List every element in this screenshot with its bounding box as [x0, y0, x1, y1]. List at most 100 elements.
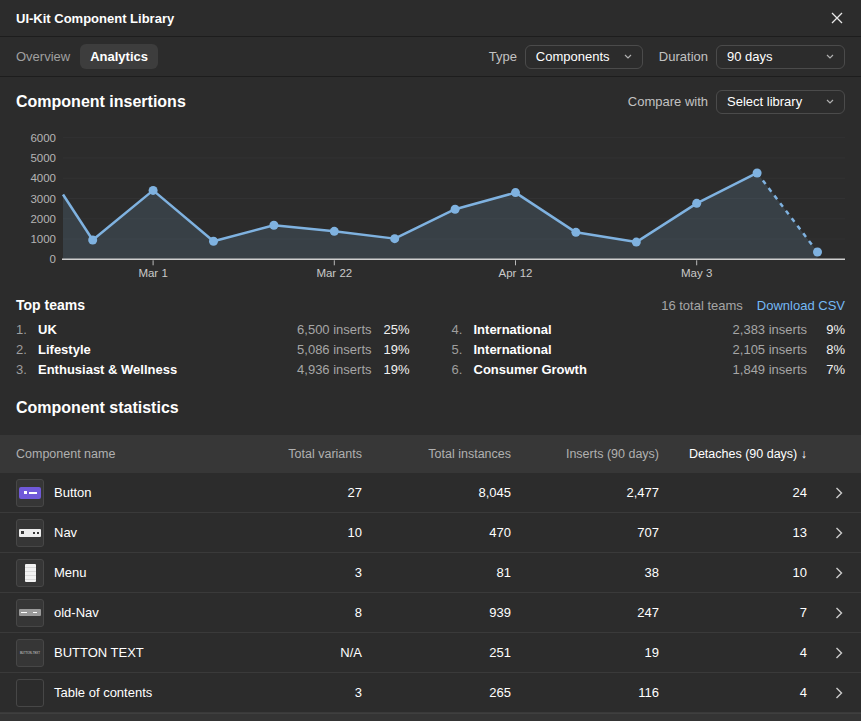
cell-inserts: 247: [511, 605, 659, 620]
compare-with: Compare with Select library: [628, 90, 845, 114]
window-title: UI-Kit Component Library: [16, 11, 174, 26]
tab-overview[interactable]: Overview: [6, 44, 80, 69]
compare-label: Compare with: [628, 94, 708, 109]
svg-text:1000: 1000: [30, 233, 56, 245]
cell-detaches: 7: [659, 605, 807, 620]
tab-analytics[interactable]: Analytics: [80, 44, 158, 69]
chevron-right-icon[interactable]: [807, 607, 845, 619]
statistics-title: Component statistics: [16, 399, 845, 417]
cell-variants: 3: [232, 565, 362, 580]
component-name: Table of contents: [54, 685, 152, 700]
svg-text:6000: 6000: [30, 132, 56, 144]
table-row[interactable]: Table of contents32651164: [0, 673, 861, 713]
component-name: BUTTON TEXT: [54, 645, 144, 660]
team-inserts: 4,936 inserts: [297, 362, 371, 377]
svg-text:May 3: May 3: [681, 267, 712, 279]
cell-detaches: 4: [659, 685, 807, 700]
chevron-right-icon[interactable]: [807, 527, 845, 539]
chevron-right-icon[interactable]: [807, 567, 845, 579]
download-csv-link[interactable]: Download CSV: [757, 298, 845, 313]
col-component-name[interactable]: Component name: [16, 447, 232, 461]
team-inserts: 2,383 inserts: [733, 322, 807, 337]
team-inserts: 2,105 inserts: [733, 342, 807, 357]
team-name: Lifestyle: [38, 342, 297, 357]
table-row[interactable]: Button 278,0452,47724: [0, 473, 861, 513]
duration-dropdown[interactable]: 90 days: [716, 45, 845, 69]
cell-instances: 251: [362, 645, 511, 660]
insertions-header: Component insertions Compare with Select…: [0, 77, 861, 113]
svg-text:Mar 1: Mar 1: [138, 267, 167, 279]
col-inserts[interactable]: Inserts (90 days): [511, 447, 659, 461]
team-row: 3.Enthusiast & Wellness4,936 inserts19%: [16, 359, 410, 379]
svg-text:3000: 3000: [30, 193, 56, 205]
old-nav-preview-icon: [16, 599, 44, 627]
cell-variants: 8: [232, 605, 362, 620]
team-inserts: 1,849 inserts: [733, 362, 807, 377]
team-rank: 4.: [452, 322, 474, 337]
team-percent: 19%: [372, 362, 410, 377]
col-total-instances[interactable]: Total instances: [362, 447, 511, 461]
cell-inserts: 19: [511, 645, 659, 660]
cell-instances: 8,045: [362, 485, 511, 500]
cell-inserts: 2,477: [511, 485, 659, 500]
chevron-right-icon[interactable]: [807, 487, 845, 499]
close-icon[interactable]: [829, 10, 845, 26]
compare-dropdown[interactable]: Select library: [716, 90, 845, 114]
table-row[interactable]: Nav1047070713: [0, 513, 861, 553]
cell-variants: N/A: [232, 645, 362, 660]
team-row: 5.International2,105 inserts8%: [452, 339, 846, 359]
team-rank: 6.: [452, 362, 474, 377]
bottom-strip: [0, 713, 861, 721]
insertions-title: Component insertions: [16, 93, 186, 111]
component-name: Menu: [54, 565, 87, 580]
svg-text:2000: 2000: [30, 213, 56, 225]
cell-variants: 10: [232, 525, 362, 540]
cell-variants: 27: [232, 485, 362, 500]
cell-instances: 470: [362, 525, 511, 540]
team-percent: 25%: [372, 322, 410, 337]
chevron-down-icon: [624, 54, 632, 59]
team-percent: 19%: [372, 342, 410, 357]
table-row[interactable]: Menu3813810: [0, 553, 861, 593]
team-percent: 8%: [807, 342, 845, 357]
team-rank: 5.: [452, 342, 474, 357]
component-table: Button278,0452,47724Nav1047070713Menu381…: [0, 473, 861, 713]
team-name: Consumer Growth: [474, 362, 733, 377]
col-detaches[interactable]: Detaches (90 days) ↓: [659, 447, 807, 461]
titlebar: UI-Kit Component Library: [0, 0, 861, 37]
nav-preview-icon: [16, 519, 44, 547]
team-name: UK: [38, 322, 297, 337]
total-teams-label: 16 total teams: [661, 298, 743, 313]
type-label: Type: [489, 49, 517, 64]
cell-detaches: 24: [659, 485, 807, 500]
chevron-down-icon: [826, 99, 834, 104]
cell-instances: 81: [362, 565, 511, 580]
menu-preview-icon: [16, 559, 44, 587]
teams-grid: 1.UK6,500 inserts25%2.Lifestyle5,086 ins…: [16, 319, 845, 379]
svg-text:5000: 5000: [30, 152, 56, 164]
team-rank: 3.: [16, 362, 38, 377]
team-percent: 7%: [807, 362, 845, 377]
chevron-right-icon[interactable]: [807, 647, 845, 659]
cell-variants: 3: [232, 685, 362, 700]
cell-inserts: 707: [511, 525, 659, 540]
type-dropdown[interactable]: Components: [525, 45, 643, 69]
table-row[interactable]: BUTTON-TEXTBUTTON TEXTN/A251194: [0, 633, 861, 673]
type-dropdown-value: Components: [536, 49, 610, 64]
cell-detaches: 10: [659, 565, 807, 580]
team-row: 6.Consumer Growth1,849 inserts7%: [452, 359, 846, 379]
statistics-header: Component statistics: [0, 379, 861, 435]
component-name: Nav: [54, 525, 77, 540]
top-teams-section: Top teams 16 total teams Download CSV 1.…: [0, 296, 861, 379]
team-name: International: [474, 342, 733, 357]
table-row[interactable]: old-Nav89392477: [0, 593, 861, 633]
button-preview-icon: [16, 479, 44, 507]
svg-text:Mar 22: Mar 22: [316, 267, 352, 279]
team-row: 4.International2,383 inserts9%: [452, 319, 846, 339]
col-total-variants[interactable]: Total variants: [232, 447, 362, 461]
team-row: 2.Lifestyle5,086 inserts19%: [16, 339, 410, 359]
team-name: Enthusiast & Wellness: [38, 362, 297, 377]
component-name: Button: [54, 485, 92, 500]
table-header: Component name Total variants Total inst…: [0, 435, 861, 473]
chevron-right-icon[interactable]: [807, 687, 845, 699]
